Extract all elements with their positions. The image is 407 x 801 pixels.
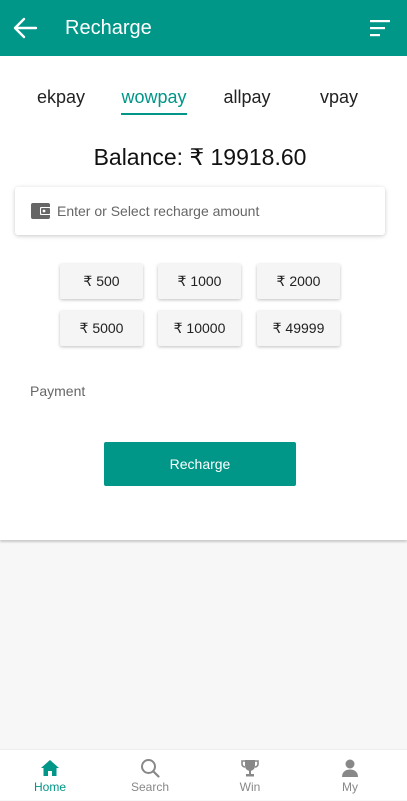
wallet-icon <box>31 203 51 219</box>
menu-lines-icon[interactable] <box>369 17 391 39</box>
tab-ekpay[interactable]: ekpay <box>36 86 86 116</box>
payment-channel-tabs: ekpay wowpay allpay vpay <box>0 86 407 116</box>
payment-label: Payment <box>30 383 86 399</box>
amount-input[interactable] <box>57 197 373 225</box>
tab-label: ekpay <box>36 87 86 107</box>
person-icon <box>342 759 358 777</box>
active-tab-indicator <box>121 113 187 115</box>
search-icon <box>141 759 160 778</box>
page-title: Recharge <box>65 17 152 39</box>
app-bar: Recharge <box>0 0 407 56</box>
balance-display: Balance: ₹ 19918.60 <box>93 144 307 170</box>
amount-options: ₹ 500 ₹ 1000 ₹ 2000 ₹ 5000 ₹ 10000 ₹ 499… <box>0 264 407 354</box>
tab-vpay[interactable]: vpay <box>319 86 359 116</box>
nav-my-label: My <box>342 780 358 794</box>
nav-win-label: Win <box>239 780 261 794</box>
nav-my[interactable]: My <box>300 750 400 801</box>
amount-chip-2000[interactable]: ₹ 2000 <box>257 264 340 299</box>
tab-label: wowpay <box>121 87 187 107</box>
nav-win[interactable]: Win <box>200 750 300 801</box>
nav-home-label: Home <box>33 780 66 794</box>
nav-search[interactable]: Search <box>100 750 200 801</box>
tab-label: allpay <box>223 87 271 107</box>
amount-chip-500[interactable]: ₹ 500 <box>60 264 143 299</box>
nav-home[interactable]: Home <box>0 750 100 801</box>
home-icon <box>41 760 59 776</box>
tab-label: vpay <box>319 87 359 107</box>
amount-chip-5000[interactable]: ₹ 5000 <box>60 311 143 346</box>
trophy-icon <box>241 760 259 777</box>
bottom-navigation: Home Search Win My <box>0 749 407 800</box>
arrow-left-icon[interactable] <box>12 16 38 40</box>
amount-chip-10000[interactable]: ₹ 10000 <box>158 311 241 346</box>
tab-allpay[interactable]: allpay <box>223 86 271 116</box>
amount-chip-49999[interactable]: ₹ 49999 <box>257 311 340 346</box>
nav-search-label: Search <box>130 780 170 794</box>
recharge-button[interactable]: Recharge <box>104 442 296 486</box>
amount-field[interactable] <box>15 187 385 235</box>
amount-chip-1000[interactable]: ₹ 1000 <box>158 264 241 299</box>
tab-wowpay[interactable]: wowpay <box>121 86 187 116</box>
recharge-card: ekpay wowpay allpay vpay Balance: ₹ 1991… <box>0 56 407 540</box>
